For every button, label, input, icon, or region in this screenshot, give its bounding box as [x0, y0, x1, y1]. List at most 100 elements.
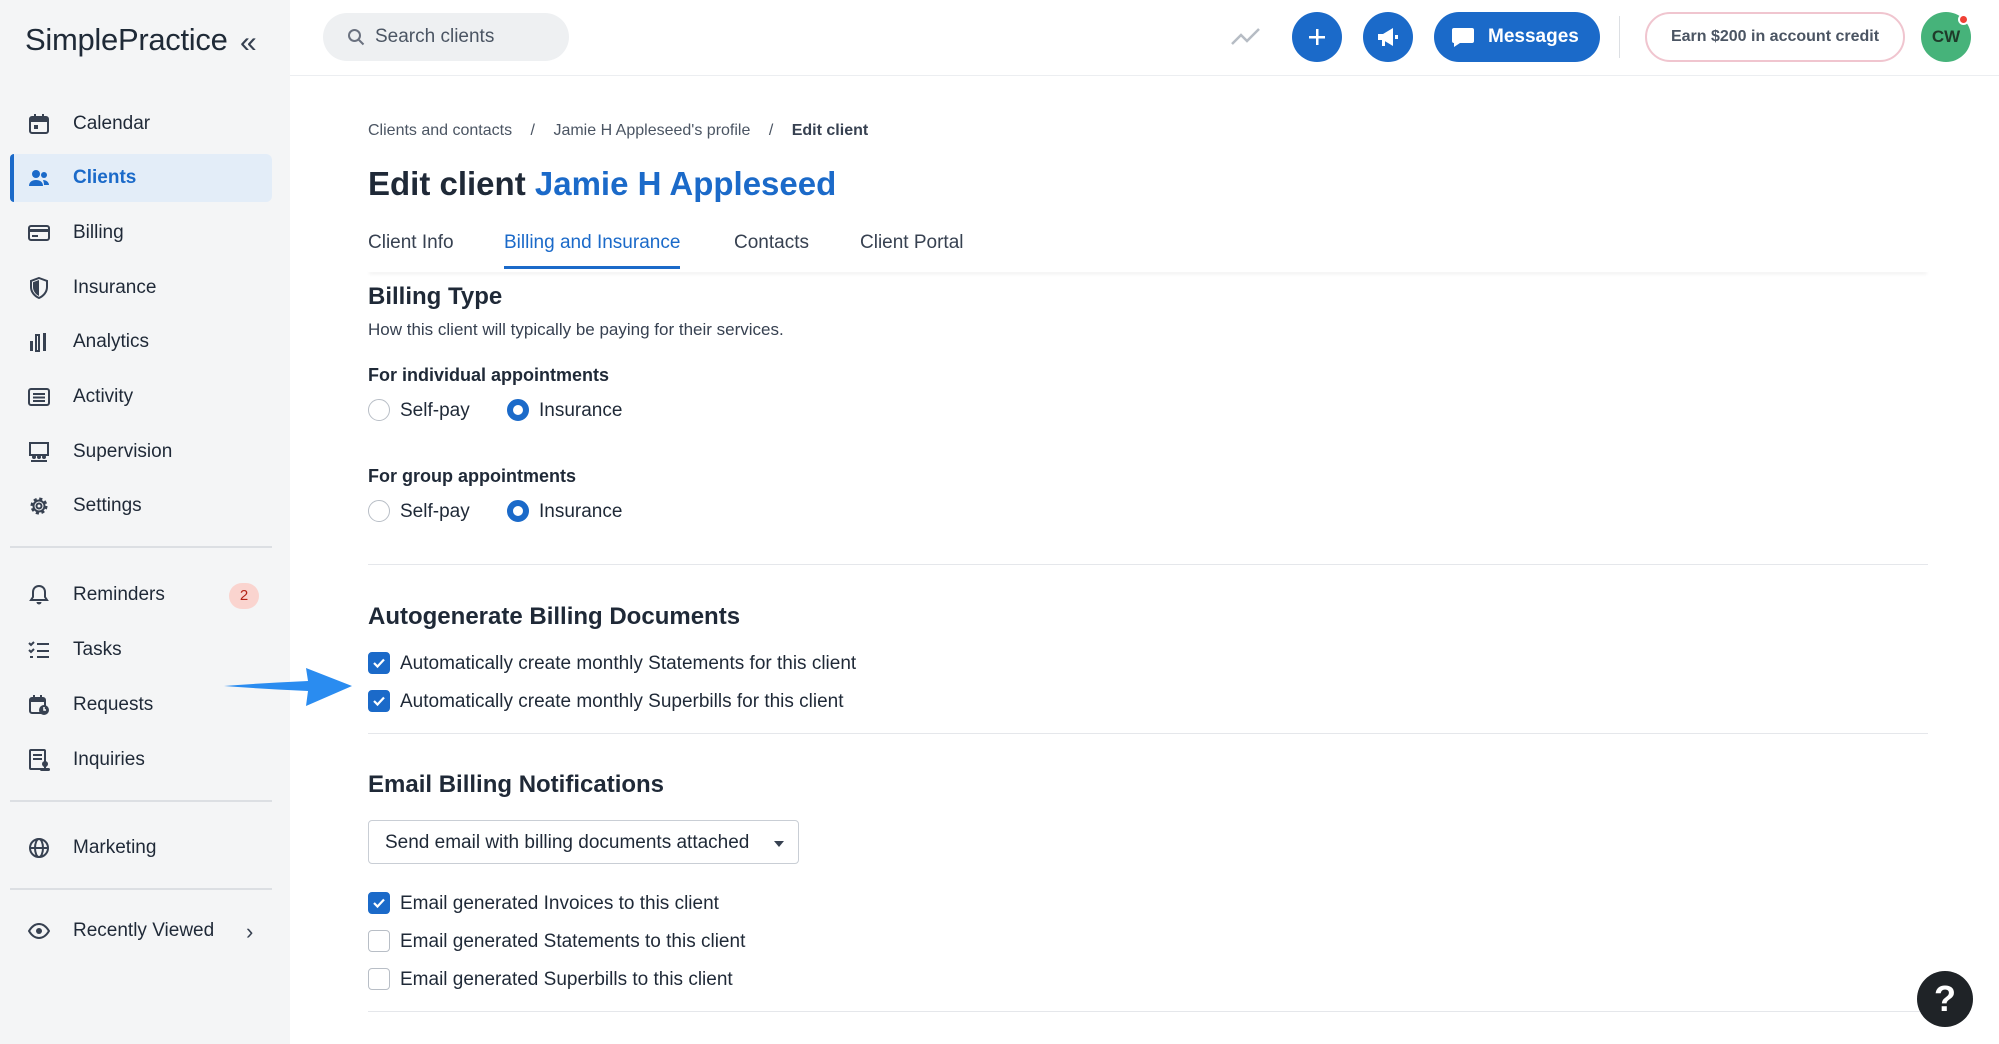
sidebar-divider	[10, 800, 272, 802]
reminders-count-badge: 2	[229, 583, 259, 609]
sidebar-item-label: Reminders	[73, 584, 165, 605]
sidebar-item-label: Activity	[73, 386, 134, 407]
auto-superbills-checkbox[interactable]	[368, 690, 390, 712]
sidebar-divider	[10, 888, 272, 890]
top-bar: Messages Earn $200 in account credit CW	[290, 0, 1999, 76]
sidebar-item-label: Tasks	[73, 639, 122, 660]
billing-type-description: How this client will typically be paying…	[368, 320, 784, 339]
sidebar-item-label: Settings	[73, 495, 142, 516]
checkbox-label: Email generated Superbills to this clien…	[400, 969, 733, 990]
earn-credit-button[interactable]: Earn $200 in account credit	[1645, 12, 1905, 62]
breadcrumb-separator: /	[768, 122, 774, 139]
sidebar-item-label: Recently Viewed	[73, 920, 215, 941]
radio-label: Insurance	[539, 400, 623, 421]
sidebar-item-activity[interactable]: Activity	[10, 373, 272, 421]
add-button[interactable]	[1292, 12, 1342, 62]
sidebar-item-label: Inquiries	[73, 749, 145, 770]
sidebar-item-label: Clients	[73, 167, 137, 188]
tab-client-info[interactable]: Client Info	[368, 232, 454, 254]
eye-icon	[28, 920, 50, 942]
app-logo[interactable]: SimplePractice	[25, 22, 228, 58]
supervision-icon	[28, 441, 50, 463]
sidebar-item-settings[interactable]: Settings	[10, 482, 272, 530]
radio-label: Insurance	[539, 501, 623, 522]
checkbox-label: Automatically create monthly Statements …	[400, 653, 857, 674]
tab-client-portal[interactable]: Client Portal	[860, 232, 964, 254]
sidebar-item-label: Supervision	[73, 441, 173, 462]
notification-dot	[1958, 14, 1969, 25]
sidebar-item-insurance[interactable]: Insurance	[10, 264, 272, 312]
sidebar-item-marketing[interactable]: Marketing	[10, 824, 272, 872]
auto-statements-checkbox[interactable]	[368, 652, 390, 674]
email-notifications-heading: Email Billing Notifications	[368, 771, 665, 798]
tab-contacts[interactable]: Contacts	[734, 232, 809, 254]
chat-bubble-icon	[1452, 28, 1474, 47]
checkbox-label: Email generated Statements to this clien…	[400, 931, 746, 952]
bar-chart-icon	[28, 331, 50, 353]
collapse-sidebar-icon[interactable]: «	[240, 28, 257, 58]
individual-appointments-label: For individual appointments	[368, 365, 610, 385]
messages-label: Messages	[1488, 26, 1579, 47]
breadcrumb-link-clients[interactable]: Clients and contacts	[368, 122, 512, 139]
messages-button[interactable]: Messages	[1434, 12, 1600, 62]
email-billing-select[interactable]: Send email with billing documents attach…	[368, 820, 799, 864]
checkmark-icon	[373, 658, 385, 669]
email-statements-checkbox[interactable]	[368, 930, 390, 952]
search-box[interactable]	[323, 13, 569, 61]
radio-label: Self-pay	[400, 400, 470, 421]
sidebar-item-label: Requests	[73, 694, 154, 715]
page-title-prefix: Edit client	[368, 165, 526, 202]
sidebar-item-reminders[interactable]: Reminders 2	[10, 571, 272, 619]
tab-billing-and-insurance[interactable]: Billing and Insurance	[504, 232, 681, 269]
sidebar: SimplePractice « Calendar Clients Billin…	[0, 0, 290, 1044]
annotation-arrow-icon	[224, 668, 352, 706]
group-self-pay-radio[interactable]	[368, 500, 390, 522]
trend-icon[interactable]	[1230, 22, 1262, 50]
checkbox-label: Automatically create monthly Superbills …	[400, 691, 844, 712]
section-divider	[368, 1011, 1928, 1012]
individual-self-pay-radio[interactable]	[368, 399, 390, 421]
individual-insurance-radio[interactable]	[507, 399, 529, 421]
email-invoices-checkbox[interactable]	[368, 892, 390, 914]
sidebar-item-label: Insurance	[73, 277, 157, 298]
billing-type-heading: Billing Type	[368, 283, 503, 310]
calendar-request-icon	[28, 694, 50, 716]
breadcrumb: Clients and contacts / Jamie H Appleseed…	[368, 122, 882, 140]
checkmark-icon	[373, 696, 385, 707]
sidebar-item-clients[interactable]: Clients	[10, 154, 272, 202]
sidebar-item-supervision[interactable]: Supervision	[10, 428, 272, 476]
sidebar-item-billing[interactable]: Billing	[10, 209, 272, 257]
group-insurance-radio[interactable]	[507, 500, 529, 522]
megaphone-icon	[1378, 28, 1398, 46]
globe-icon	[28, 837, 50, 859]
group-appointments-label: For group appointments	[368, 466, 576, 486]
search-icon	[348, 29, 365, 46]
email-superbills-checkbox[interactable]	[368, 968, 390, 990]
caret-down-icon	[774, 841, 784, 847]
sidebar-item-label: Calendar	[73, 113, 151, 134]
topbar-divider	[1619, 16, 1620, 58]
sidebar-item-recently-viewed[interactable]: Recently Viewed ›	[10, 907, 272, 955]
breadcrumb-link-profile[interactable]: Jamie H Appleseed's profile	[553, 122, 750, 139]
sidebar-item-calendar[interactable]: Calendar	[10, 100, 272, 148]
sidebar-item-label: Analytics	[73, 331, 150, 352]
tab-bar-shadow	[368, 268, 1928, 272]
sidebar-item-label: Billing	[73, 222, 124, 243]
sidebar-item-analytics[interactable]: Analytics	[10, 318, 272, 366]
autogenerate-heading: Autogenerate Billing Documents	[368, 603, 741, 630]
radio-label: Self-pay	[400, 501, 470, 522]
announcements-button[interactable]	[1363, 12, 1413, 62]
bell-icon	[28, 584, 50, 606]
people-icon	[28, 167, 50, 189]
select-value: Send email with billing documents attach…	[385, 832, 750, 853]
sidebar-item-label: Marketing	[73, 837, 157, 858]
list-icon	[28, 386, 50, 408]
chevron-right-icon[interactable]: ›	[246, 919, 253, 945]
sidebar-item-inquiries[interactable]: Inquiries	[10, 736, 272, 784]
client-name: Jamie H Appleseed	[534, 165, 837, 202]
search-input[interactable]	[375, 25, 555, 49]
sidebar-divider	[10, 546, 272, 548]
shield-icon	[28, 277, 50, 299]
checkmark-icon	[373, 898, 385, 909]
help-button[interactable]: ?	[1917, 971, 1973, 1027]
